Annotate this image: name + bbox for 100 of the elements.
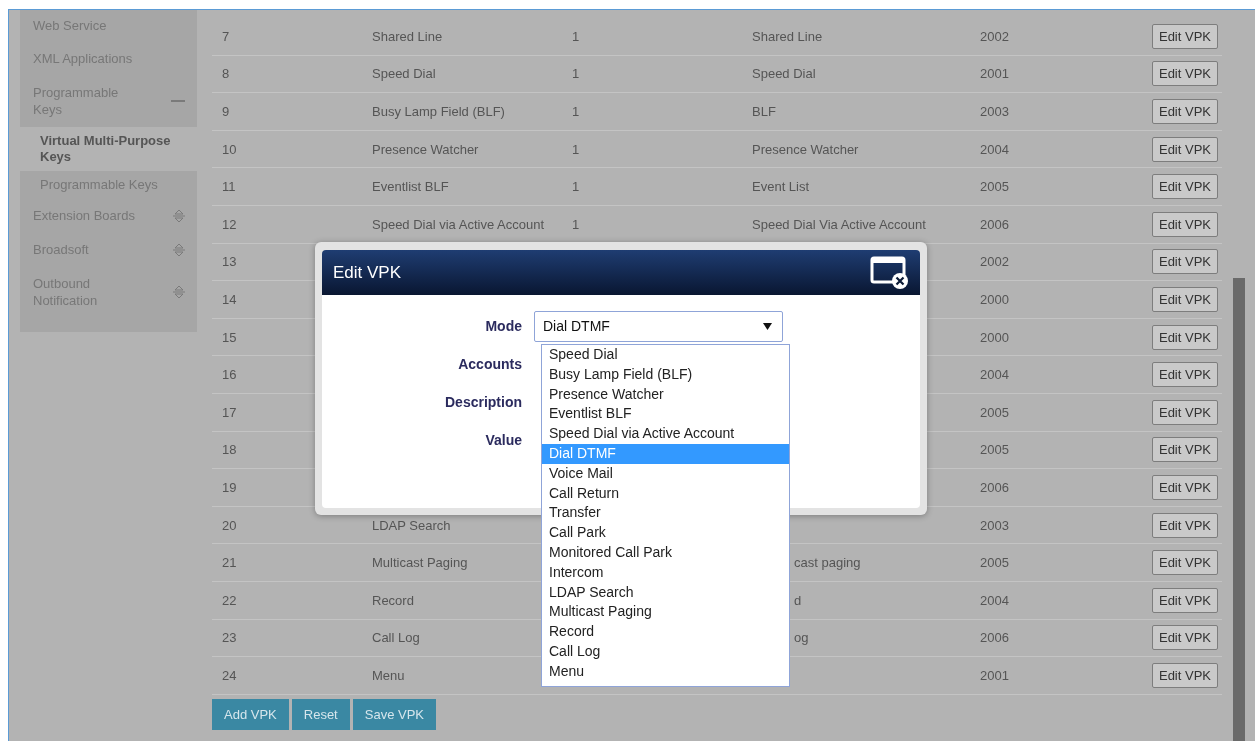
- table-cell-text: 2006: [979, 479, 1010, 495]
- table-cell-text: 11: [221, 179, 237, 195]
- table-cell-text: 1: [571, 66, 581, 82]
- table-cell-text: 2003: [979, 517, 1010, 533]
- field-label: Value: [484, 432, 522, 448]
- dropdown-option[interactable]: Transfer: [542, 503, 789, 524]
- table-cell-text: 13: [221, 254, 238, 270]
- edit-vpk-button[interactable]: Edit VPK: [1151, 474, 1218, 500]
- table-cell-text: Speed Dial: [371, 66, 437, 82]
- close-icon[interactable]: [870, 254, 910, 291]
- table-cell-text: Event List: [751, 179, 811, 195]
- scrollbar[interactable]: [1233, 278, 1245, 741]
- table-cell-text: 17: [221, 404, 238, 420]
- table-cell-text: 1: [571, 104, 581, 119]
- field-label: Accounts: [457, 356, 522, 372]
- table-cell-text: Presence Watcher: [371, 141, 480, 157]
- table-cell-text: Speed Dial Via Active Account: [751, 216, 927, 232]
- dropdown-option[interactable]: Monitored Call Park: [542, 542, 789, 563]
- table-cell-text: 2001: [979, 66, 1010, 82]
- table-cell-text: BLF: [751, 104, 777, 119]
- table-cell-text: 1: [571, 216, 581, 232]
- dropdown-option[interactable]: Eventlist BLF: [542, 404, 789, 425]
- table-cell-text: 22: [221, 592, 238, 608]
- table-cell-text: 2005: [979, 555, 1010, 571]
- table-cell-text: 7: [221, 28, 231, 44]
- dropdown-option[interactable]: Call Park: [542, 523, 789, 543]
- sidebar-item[interactable]: Virtual Multi-Purpose Keys: [20, 127, 197, 171]
- table-cell-text: 2005: [979, 179, 1010, 195]
- edit-vpk-button[interactable]: Edit VPK: [1151, 61, 1218, 87]
- table-cell-text: 2006: [979, 216, 1010, 232]
- field-label: Description: [444, 394, 522, 410]
- table-cell-text: 2006: [979, 630, 1010, 646]
- table-cell-text: Multicast Paging: [371, 555, 469, 571]
- table-cell-text: Eventlist BLF: [371, 179, 450, 195]
- edit-vpk-button[interactable]: Edit VPK: [1151, 662, 1218, 688]
- table-cell-text: 1: [571, 141, 581, 157]
- table-cell-text: 2002: [979, 254, 1010, 270]
- mode-select[interactable]: Dial DTMF: [534, 310, 783, 342]
- expand-icon[interactable]: [173, 285, 185, 299]
- table-cell-text: cast paging: [793, 555, 862, 571]
- edit-vpk-button[interactable]: Edit VPK: [1151, 211, 1218, 237]
- edit-vpk-button[interactable]: Edit VPK: [1151, 512, 1218, 538]
- table-cell-text: 18: [221, 442, 238, 458]
- table-cell-text: 14: [221, 291, 238, 307]
- table-cell-text: 10: [221, 141, 238, 157]
- expand-icon[interactable]: [173, 242, 185, 257]
- table-cell-text: Presence Watcher: [751, 141, 860, 157]
- table-cell-text: 8: [221, 66, 231, 82]
- table-cell-text: 2002: [979, 28, 1010, 44]
- table-cell-text: 1: [571, 28, 581, 44]
- table-cell-text: 2005: [979, 442, 1010, 458]
- table-cell-text: 24: [221, 667, 238, 683]
- table-cell-text: 20: [221, 517, 238, 533]
- edit-vpk-button[interactable]: Edit VPK: [1151, 23, 1218, 49]
- table-cell-text: og: [793, 630, 810, 646]
- edit-vpk-button[interactable]: Edit VPK: [1151, 99, 1218, 124]
- edit-vpk-button[interactable]: Edit VPK: [1151, 136, 1218, 162]
- dropdown-option[interactable]: Record: [542, 622, 789, 642]
- dialog-title: Edit VPK: [333, 262, 402, 283]
- dropdown-option[interactable]: LDAP Search: [542, 582, 789, 603]
- dropdown-option[interactable]: Intercom: [542, 562, 789, 583]
- dropdown-option[interactable]: Call Log: [542, 641, 789, 662]
- table-cell-text: 19: [221, 479, 238, 495]
- table-cell-text: Shared Line: [371, 28, 444, 44]
- dropdown-option[interactable]: Speed Dial: [542, 345, 789, 365]
- expand-icon[interactable]: [173, 208, 185, 223]
- table-cell-text: 2003: [979, 104, 1010, 119]
- table-cell-text: d: [793, 592, 803, 608]
- dropdown-option[interactable]: Presence Watcher: [542, 384, 789, 405]
- table-cell-text: 1: [571, 179, 581, 195]
- edit-vpk-button[interactable]: Edit VPK: [1151, 550, 1218, 576]
- edit-vpk-button[interactable]: Edit VPK: [1151, 286, 1218, 312]
- table-cell-text: Speed Dial: [751, 66, 817, 82]
- edit-vpk-button[interactable]: Edit VPK: [1151, 399, 1218, 425]
- edit-vpk-button[interactable]: Edit VPK: [1151, 174, 1218, 200]
- edit-vpk-button[interactable]: Edit VPK: [1151, 437, 1218, 463]
- dropdown-option[interactable]: Multicast Paging: [542, 602, 789, 623]
- edit-vpk-button[interactable]: Edit VPK: [1151, 324, 1218, 350]
- table-cell-text: 2000: [979, 329, 1010, 345]
- edit-vpk-button[interactable]: Edit VPK: [1151, 362, 1218, 388]
- dropdown-option[interactable]: Menu: [542, 661, 789, 682]
- table-cell-text: 2004: [979, 367, 1010, 383]
- table-cell-text: Busy Lamp Field (BLF): [371, 104, 506, 119]
- edit-vpk-button[interactable]: Edit VPK: [1151, 249, 1218, 275]
- dropdown-option[interactable]: Voice Mail: [542, 463, 789, 484]
- table-cell-text: 21: [221, 555, 238, 571]
- table-cell-text: Shared Line: [751, 28, 824, 44]
- edit-vpk-button[interactable]: Edit VPK: [1151, 625, 1218, 651]
- table-cell-text: 15: [221, 329, 238, 345]
- table-cell-text: 16: [221, 367, 238, 383]
- table-cell-text: 23: [221, 630, 238, 646]
- table-cell-text: 2005: [979, 404, 1010, 420]
- table-cell-text: Speed Dial via Active Account: [371, 216, 545, 232]
- caret-icon: [763, 322, 772, 330]
- table-cell-text: 12: [221, 216, 238, 232]
- dropdown-option[interactable]: Call Return: [542, 483, 789, 504]
- table-cell-text: 2000: [979, 291, 1010, 307]
- dropdown-option[interactable]: Busy Lamp Field (BLF): [542, 364, 789, 385]
- edit-vpk-button[interactable]: Edit VPK: [1151, 587, 1218, 613]
- dropdown-option[interactable]: Speed Dial via Active Account: [542, 424, 789, 444]
